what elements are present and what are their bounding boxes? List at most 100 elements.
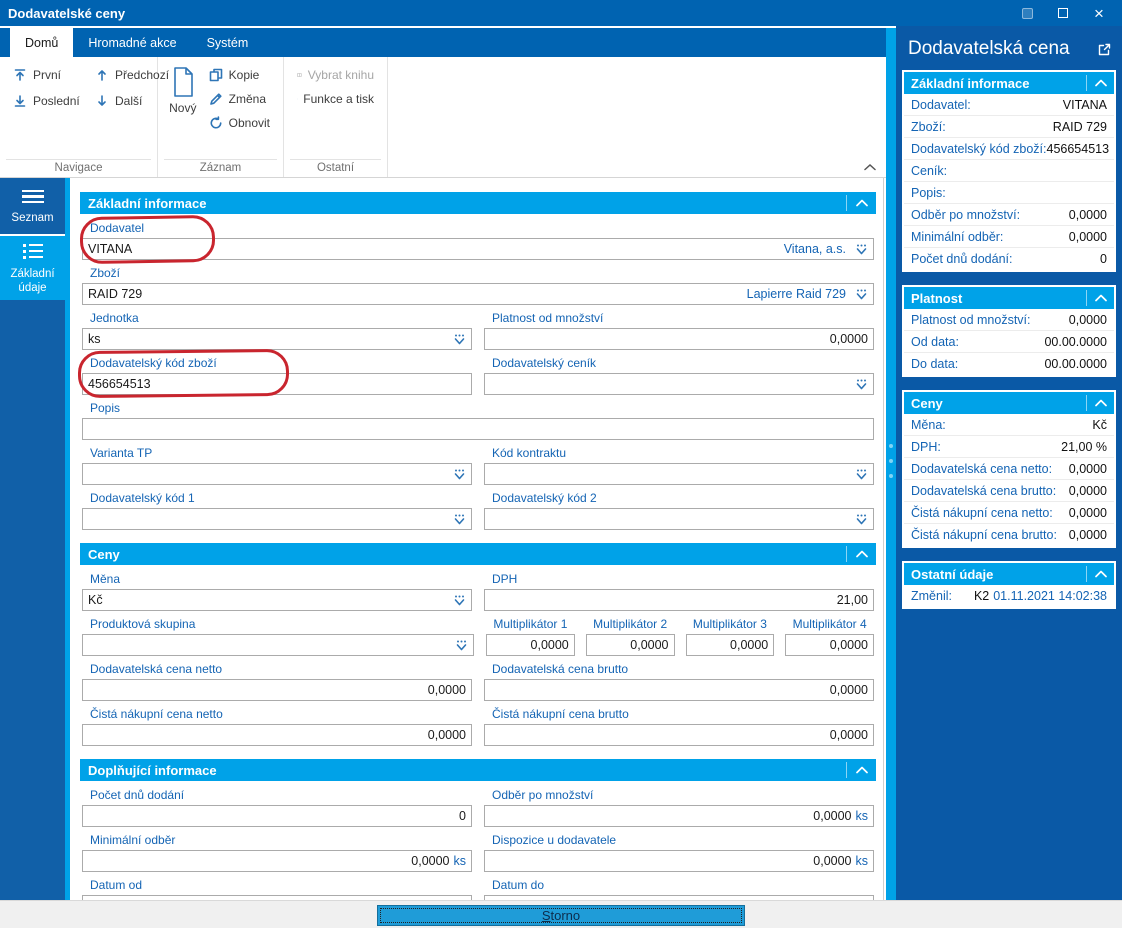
detail-value: RAID 729 (1053, 120, 1107, 134)
collapse-chevron-icon[interactable] (846, 762, 872, 778)
detail-row: Popis: (904, 182, 1114, 204)
tab-domu[interactable]: Domů (10, 28, 73, 57)
card-header[interactable]: Základní informace (904, 72, 1114, 94)
detail-row: Počet dnů dodání: 0 (904, 248, 1114, 270)
section-header[interactable]: Doplňující informace (80, 759, 876, 781)
lookup-dropdown-icon[interactable] (855, 468, 868, 481)
close-icon[interactable]: × (1088, 3, 1110, 23)
dph-input[interactable]: 21,00 (484, 589, 874, 611)
functions-print-button[interactable]: Funkce a tisk (292, 87, 379, 111)
dodavatelska-cena-netto-input[interactable]: 0,0000 (82, 679, 472, 701)
collapse-ribbon-icon[interactable] (864, 164, 876, 171)
lookup-dropdown-icon[interactable] (453, 513, 466, 526)
lookup-dropdown-icon[interactable] (855, 243, 868, 256)
storno-button[interactable]: Storno (377, 905, 745, 926)
dodavatelsky-kod-1-input[interactable] (82, 508, 472, 530)
field-label: Počet dnů dodání (90, 788, 472, 803)
field-dodavatelsky-cenik: Dodavatelský ceník (484, 356, 874, 395)
field-label: Dodavatel (90, 221, 874, 236)
maximize-icon[interactable] (1052, 3, 1074, 23)
field-label: DPH (492, 572, 874, 587)
copy-label: Kopie (229, 68, 260, 82)
lookup-dropdown-icon[interactable] (453, 468, 466, 481)
odber-po-mnozstvi-input[interactable]: 0,0000 ks (484, 805, 874, 827)
multiplikator-1-input[interactable]: 0,0000 (486, 634, 575, 656)
cista-nakupni-cena-brutto-input[interactable]: 0,0000 (484, 724, 874, 746)
lookup-dropdown-icon[interactable] (855, 513, 868, 526)
window-controls: × (1016, 3, 1114, 23)
panel-splitter[interactable] (886, 28, 896, 900)
dodavatelsky-kod-zbozi-input[interactable]: 456654513 (82, 373, 472, 395)
multiplikator-4-input[interactable]: 0,0000 (785, 634, 874, 656)
dispozice-u-dodavatele-input[interactable]: 0,0000 ks (484, 850, 874, 872)
field-label: Dodavatelský kód 1 (90, 491, 472, 506)
last-button[interactable]: Poslední (8, 89, 86, 113)
dodavatelsky-cenik-input[interactable] (484, 373, 874, 395)
section-header[interactable]: Základní informace (80, 192, 876, 214)
section-doplnujici-informace: Doplňující informace Počet dnů dodání 0 … (80, 759, 876, 917)
detail-label: Čistá nákupní cena brutto: (911, 528, 1057, 542)
field-cista-nakupni-cena-brutto: Čistá nákupní cena brutto 0,0000 (484, 707, 874, 746)
field-zbozi: Zboží RAID 729 Lapierre Raid 729 (82, 266, 874, 305)
tab-system[interactable]: Systém (192, 28, 264, 57)
dodavatelsky-kod-2-input[interactable] (484, 508, 874, 530)
field-label: Měna (90, 572, 472, 587)
collapse-chevron-icon[interactable] (1086, 290, 1110, 306)
popis-input[interactable] (82, 418, 874, 440)
field-label: Dispozice u dodavatele (492, 833, 874, 848)
info-card: Základní informace Dodavatel: VITANA Zbo… (902, 70, 1116, 272)
copy-icon (209, 68, 223, 82)
varianta-tp-input[interactable] (82, 463, 472, 485)
section-title: Základní informace (88, 196, 206, 211)
collapse-chevron-icon[interactable] (1086, 395, 1110, 411)
field-value: VITANA (88, 242, 784, 256)
lookup-dropdown-icon[interactable] (855, 288, 868, 301)
card-header[interactable]: Platnost (904, 287, 1114, 309)
field-dodavatelska-cena-brutto: Dodavatelská cena brutto 0,0000 (484, 662, 874, 701)
kod-kontraktu-input[interactable] (484, 463, 874, 485)
collapse-chevron-icon[interactable] (1086, 566, 1110, 582)
field-label: Varianta TP (90, 446, 472, 461)
tab-hromadne-akce[interactable]: Hromadné akce (73, 28, 191, 57)
unit-label: ks (454, 854, 467, 868)
zbozi-input[interactable]: RAID 729 Lapierre Raid 729 (82, 283, 874, 305)
sidebar-item-seznam[interactable]: Seznam (0, 178, 65, 234)
detail-row: Měna: Kč (904, 414, 1114, 436)
field-multiplikator-2: Multiplikátor 2 0,0000 (586, 617, 675, 656)
collapse-chevron-icon[interactable] (1086, 75, 1110, 91)
lookup-dropdown-icon[interactable] (455, 639, 468, 652)
copy-button[interactable]: Kopie (204, 63, 275, 87)
card-header[interactable]: Ostatní údaje (904, 563, 1114, 585)
lookup-dropdown-icon[interactable] (453, 333, 466, 346)
edit-button[interactable]: Změna (204, 87, 275, 111)
jednotka-input[interactable]: ks (82, 328, 472, 350)
minimalni-odber-input[interactable]: 0,0000 ks (82, 850, 472, 872)
platnost-od-mnozstvi-input[interactable]: 0,0000 (484, 328, 874, 350)
float-window-icon[interactable] (1016, 3, 1038, 23)
dodavatelska-cena-brutto-input[interactable]: 0,0000 (484, 679, 874, 701)
card-header[interactable]: Ceny (904, 392, 1114, 414)
new-button[interactable]: Nový (166, 63, 200, 157)
multiplikator-3-input[interactable]: 0,0000 (686, 634, 775, 656)
multiplikator-2-input[interactable]: 0,0000 (586, 634, 675, 656)
storno-accelerator: S (542, 908, 551, 923)
lookup-dropdown-icon[interactable] (453, 594, 466, 607)
pocet-dnu-dodani-input[interactable]: 0 (82, 805, 472, 827)
dodavatel-input[interactable]: VITANA Vitana, a.s. (82, 238, 874, 260)
refresh-button[interactable]: Obnovit (204, 111, 275, 135)
detail-value: 21,00 % (1061, 440, 1107, 454)
select-book-button[interactable]: Vybrat knihu (292, 63, 379, 87)
detail-value: 0 (1100, 252, 1107, 266)
detail-row: Čistá nákupní cena brutto: 0,0000 (904, 524, 1114, 546)
collapse-chevron-icon[interactable] (846, 546, 872, 562)
lookup-dropdown-icon[interactable] (855, 378, 868, 391)
produktova-skupina-input[interactable] (82, 634, 474, 656)
cista-nakupni-cena-netto-input[interactable]: 0,0000 (82, 724, 472, 746)
section-header[interactable]: Ceny (80, 543, 876, 565)
main-pane: Domů Hromadné akce Systém První Předchoz… (0, 26, 886, 900)
collapse-chevron-icon[interactable] (846, 195, 872, 211)
open-in-window-icon[interactable] (1097, 42, 1112, 57)
mena-input[interactable]: Kč (82, 589, 472, 611)
sidebar-item-zakladni-udaje[interactable]: Základní údaje (0, 236, 65, 300)
first-button[interactable]: První (8, 63, 86, 87)
